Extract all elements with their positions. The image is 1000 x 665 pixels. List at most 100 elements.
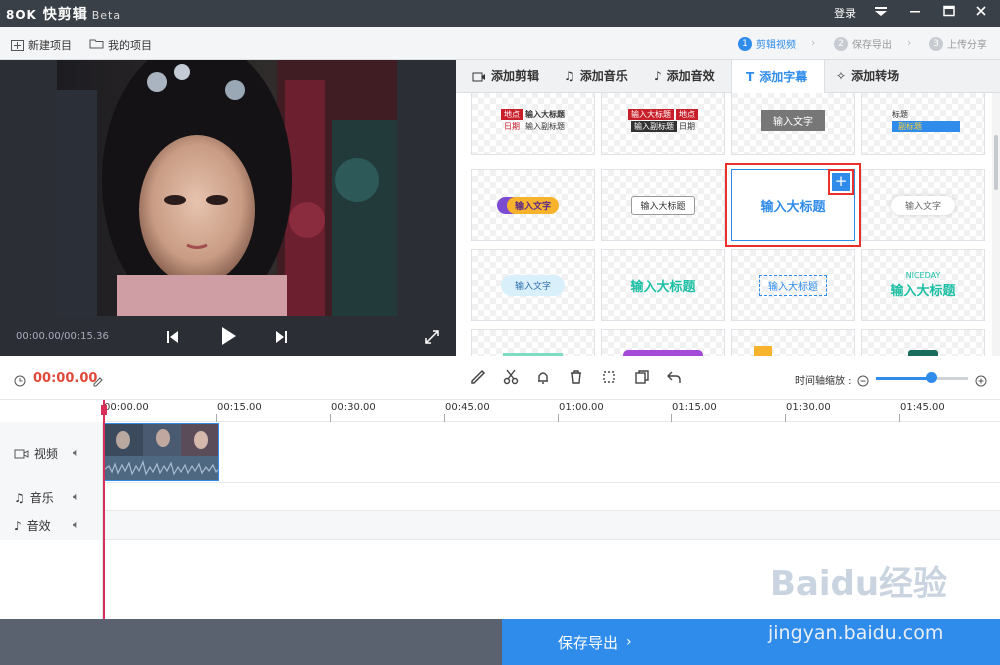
copy-icon[interactable] — [633, 369, 651, 387]
step-label: 保存导出 — [852, 40, 892, 51]
subtitle-template[interactable]: 输入文字 — [861, 169, 985, 241]
template-text: 地点 — [676, 108, 698, 120]
step-export[interactable]: 2 保存导出 — [834, 36, 892, 51]
subtitle-template[interactable] — [861, 329, 985, 356]
ruler-tick-label: 01:30.00 — [786, 402, 831, 413]
ruler-tick — [330, 414, 331, 422]
subtitle-template[interactable]: 输入文字 — [731, 93, 855, 155]
scissors-icon[interactable] — [502, 369, 520, 387]
tab-add-clip[interactable]: 添加剪辑 — [472, 60, 539, 93]
scroll-thumb[interactable] — [994, 135, 998, 190]
tab-add-subtitle[interactable]: T 添加字幕 — [731, 60, 825, 94]
subtitle-template[interactable]: 输入大标题 — [601, 249, 725, 321]
ruler-tick — [899, 414, 900, 422]
ruler-tick — [216, 414, 217, 422]
video-camera-icon — [472, 72, 485, 82]
track-name: 音乐 — [29, 491, 54, 505]
login-link[interactable]: 登录 — [834, 5, 856, 21]
sound-effect-track[interactable] — [0, 511, 1000, 540]
zoom-slider-handle[interactable] — [926, 372, 937, 383]
zoom-in-icon[interactable] — [975, 372, 987, 391]
volume-icon[interactable]: 🔈︎ — [73, 518, 80, 532]
video-camera-icon — [14, 449, 29, 459]
app-name: 快剪辑 — [42, 7, 88, 23]
new-project-button[interactable]: 新建项目 — [11, 37, 72, 53]
undo-icon[interactable] — [665, 369, 683, 387]
playhead[interactable] — [103, 400, 105, 619]
player-timecode: 00:00.00/00:15.36 — [16, 331, 109, 342]
template-text: 输入大标题 — [628, 108, 674, 120]
step-label: 上传分享 — [947, 40, 987, 51]
step-number: 1 — [738, 36, 752, 51]
subtitle-template[interactable]: 输入大标题 地点 输入副标题 日期 — [601, 93, 725, 155]
zoom-slider-fill — [876, 377, 932, 380]
next-frame-icon[interactable] — [275, 329, 287, 348]
bell-icon[interactable] — [534, 369, 552, 387]
subtitle-template[interactable]: 地点 输入大标题 日期 输入副标题 — [471, 93, 595, 155]
text-icon: T — [746, 69, 755, 84]
template-scrollbar[interactable] — [992, 93, 1000, 356]
maximize-icon[interactable] — [934, 0, 964, 27]
volume-icon[interactable]: 🔈︎ — [73, 490, 80, 504]
sound-effect-icon: ♪ — [654, 69, 662, 83]
new-project-icon — [11, 39, 24, 51]
subtitle-template[interactable] — [471, 329, 595, 356]
ruler-tick — [785, 414, 786, 422]
music-icon: ♫ — [14, 490, 25, 505]
track-name: 视频 — [34, 447, 59, 461]
ruler-tick — [671, 414, 672, 422]
volume-icon[interactable]: 🔈︎ — [73, 446, 80, 460]
step-number: 3 — [929, 36, 943, 51]
subtitle-template[interactable]: 输入文字 — [471, 169, 595, 241]
chevron-right-icon: › — [626, 634, 632, 650]
tab-label: 添加字幕 — [759, 69, 808, 84]
subtitle-template[interactable]: 标题 副标题 — [861, 93, 985, 155]
video-clip[interactable] — [104, 423, 219, 481]
delete-icon[interactable] — [567, 369, 585, 387]
template-text: NICEDAY — [905, 271, 941, 280]
template-text: 输入副标题 — [525, 121, 565, 131]
step-share[interactable]: 3 上传分享 — [929, 36, 987, 51]
close-icon[interactable] — [966, 0, 996, 27]
chevron-right-icon: › — [907, 36, 912, 49]
crop-icon[interactable] — [600, 369, 618, 387]
bottom-bar — [0, 619, 502, 665]
edit-time-icon[interactable] — [93, 372, 103, 391]
zoom-label: 时间轴缩放 : — [795, 376, 852, 387]
music-track[interactable] — [0, 483, 1000, 511]
step-edit[interactable]: 1 剪辑视频 — [738, 36, 796, 51]
my-projects-button[interactable]: 我的项目 — [89, 37, 152, 53]
tab-label: 添加音效 — [666, 69, 715, 83]
pen-icon[interactable] — [469, 369, 487, 387]
zoom-out-icon[interactable] — [857, 372, 869, 391]
ruler-tick — [444, 414, 445, 422]
template-text: 副标题 — [892, 120, 960, 132]
template-text: 输入大标题 — [890, 284, 956, 299]
tab-label: 添加音乐 — [579, 69, 628, 83]
ruler-tick-label: 00:30.00 — [331, 402, 376, 413]
template-text: 输入副标题 — [631, 120, 677, 132]
add-subtitle-button[interactable]: + — [828, 169, 854, 195]
subtitle-template[interactable]: 输入大标题 — [731, 249, 855, 321]
tab-add-sound-effect[interactable]: ♪ 添加音效 — [654, 60, 715, 93]
play-icon[interactable] — [221, 326, 237, 350]
ruler-tick — [558, 414, 559, 422]
subtitle-template[interactable]: 输入大标题 — [601, 169, 725, 241]
subtitle-template[interactable] — [601, 329, 725, 356]
music-icon: ♫ — [564, 69, 575, 83]
new-project-label: 新建项目 — [28, 39, 72, 52]
subtitle-template[interactable]: 输入文字 — [471, 249, 595, 321]
ruler-tick-label: 01:15.00 — [672, 402, 717, 413]
tab-add-transition[interactable]: ✧ 添加转场 — [836, 60, 899, 93]
subtitle-template[interactable]: NICEDAY 输入大标题 — [861, 249, 985, 321]
tab-add-music[interactable]: ♫ 添加音乐 — [564, 60, 628, 93]
sound-effect-icon: ♪ — [14, 518, 22, 533]
menu-icon[interactable] — [866, 0, 896, 27]
fullscreen-icon[interactable] — [425, 329, 439, 348]
subtitle-template[interactable] — [731, 329, 855, 356]
ruler-tick-label: 00:45.00 — [445, 402, 490, 413]
minimize-icon[interactable] — [900, 0, 930, 27]
template-text: 地点 — [501, 108, 523, 120]
playhead-handle[interactable] — [101, 405, 107, 415]
previous-frame-icon[interactable] — [167, 329, 179, 348]
